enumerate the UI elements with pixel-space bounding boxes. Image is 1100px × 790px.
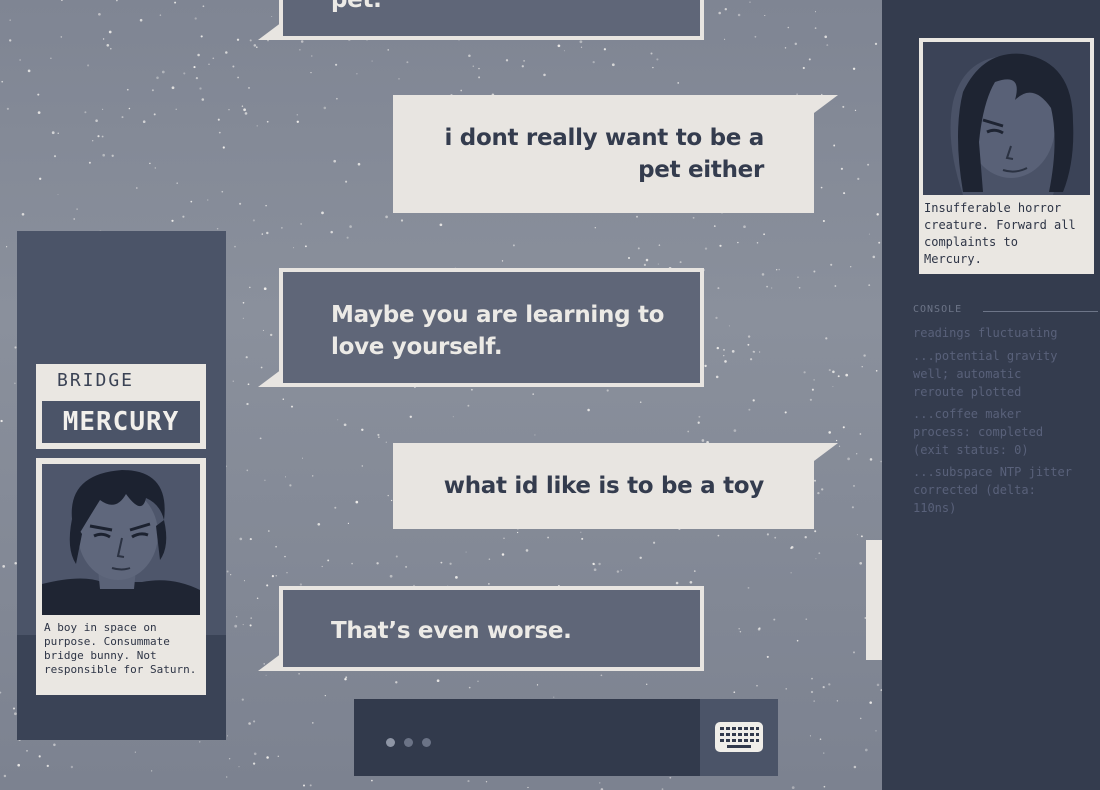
console-divider — [983, 311, 1098, 312]
log-line: 110ns) — [913, 501, 957, 515]
message-text: what id like is to be a toy — [443, 473, 765, 499]
log-line: ...coffee maker — [913, 407, 1022, 421]
message-text: That’s even worse. — [331, 618, 572, 644]
message-text-line-1: Maybe you are learning to — [331, 302, 665, 328]
bio-line: creature. Forward all — [924, 218, 1076, 232]
log-entry: ...coffee maker process: completed (exit… — [913, 405, 1098, 459]
bubble-tail — [258, 653, 282, 671]
typing-dot — [404, 738, 413, 747]
chat-bubble-self: what id like is to be a toy — [393, 443, 814, 529]
typing-dot — [422, 738, 431, 747]
location-label: BRIDGE — [57, 370, 135, 391]
location-name-card: BRIDGE MERCURY — [36, 364, 206, 449]
bio-line: Mercury. — [924, 252, 982, 266]
character-name: MERCURY — [42, 401, 200, 443]
log-entry: ...subspace NTP jitter corrected (delta:… — [913, 463, 1098, 517]
log-line: well; automatic — [913, 367, 1022, 381]
chat-bubble-other: pet. — [279, 0, 704, 40]
chat-bubble-other: That’s even worse. — [279, 586, 704, 671]
bubble-tail — [258, 22, 282, 40]
log-line: readings fluctuating — [913, 326, 1058, 340]
keyboard-button[interactable] — [700, 699, 778, 776]
log-entry: ...potential gravity well; automatic rer… — [913, 347, 1098, 401]
console-header: CONSOLE — [913, 304, 963, 315]
keyboard-icon — [715, 722, 763, 752]
right-bio: Insufferable horror creature. Forward al… — [924, 200, 1076, 268]
log-line: corrected (delta: — [913, 483, 1036, 497]
typing-dot — [386, 738, 395, 747]
log-line: process: completed — [913, 425, 1044, 439]
scrollbar-thumb[interactable] — [866, 540, 882, 660]
message-text-line-2: love yourself. — [331, 334, 503, 360]
bubble-tail — [814, 443, 838, 461]
chat-bubble-self: i dont really want to be a pet either — [393, 95, 814, 213]
chat-bubble-other: Maybe you are learning to love yourself. — [279, 268, 704, 387]
bio-line: responsible for Saturn. — [44, 663, 197, 676]
message-text: pet. — [331, 0, 382, 13]
bio-line: purpose. Consummate — [44, 635, 170, 648]
log-line: reroute plotted — [913, 385, 1022, 399]
boy-portrait-icon — [42, 464, 200, 615]
log-line: ...potential gravity — [913, 349, 1058, 363]
left-portrait-card: A boy in space on purpose. Consummate br… — [36, 458, 206, 695]
bio-line: A boy in space on — [44, 621, 157, 634]
bubble-tail — [814, 95, 838, 113]
log-line: (exit status: 0) — [913, 443, 1029, 457]
chat-stage: pet. i dont really want to be a pet eith… — [0, 0, 882, 790]
right-portrait-card: Insufferable horror creature. Forward al… — [919, 38, 1094, 274]
log-entry: readings fluctuating — [913, 324, 1098, 342]
log-line: ...subspace NTP jitter — [913, 465, 1072, 479]
message-text-line-1: i dont really want to be a — [444, 125, 764, 151]
long-hair-portrait-icon — [923, 42, 1090, 195]
bio-line: bridge bunny. Not — [44, 649, 157, 662]
bio-line: Insufferable horror — [924, 201, 1062, 215]
left-bio: A boy in space on purpose. Consummate br… — [44, 621, 196, 677]
bio-line: complaints to — [924, 235, 1018, 249]
message-text-line-2: pet either — [638, 157, 764, 183]
bubble-tail — [258, 369, 282, 387]
